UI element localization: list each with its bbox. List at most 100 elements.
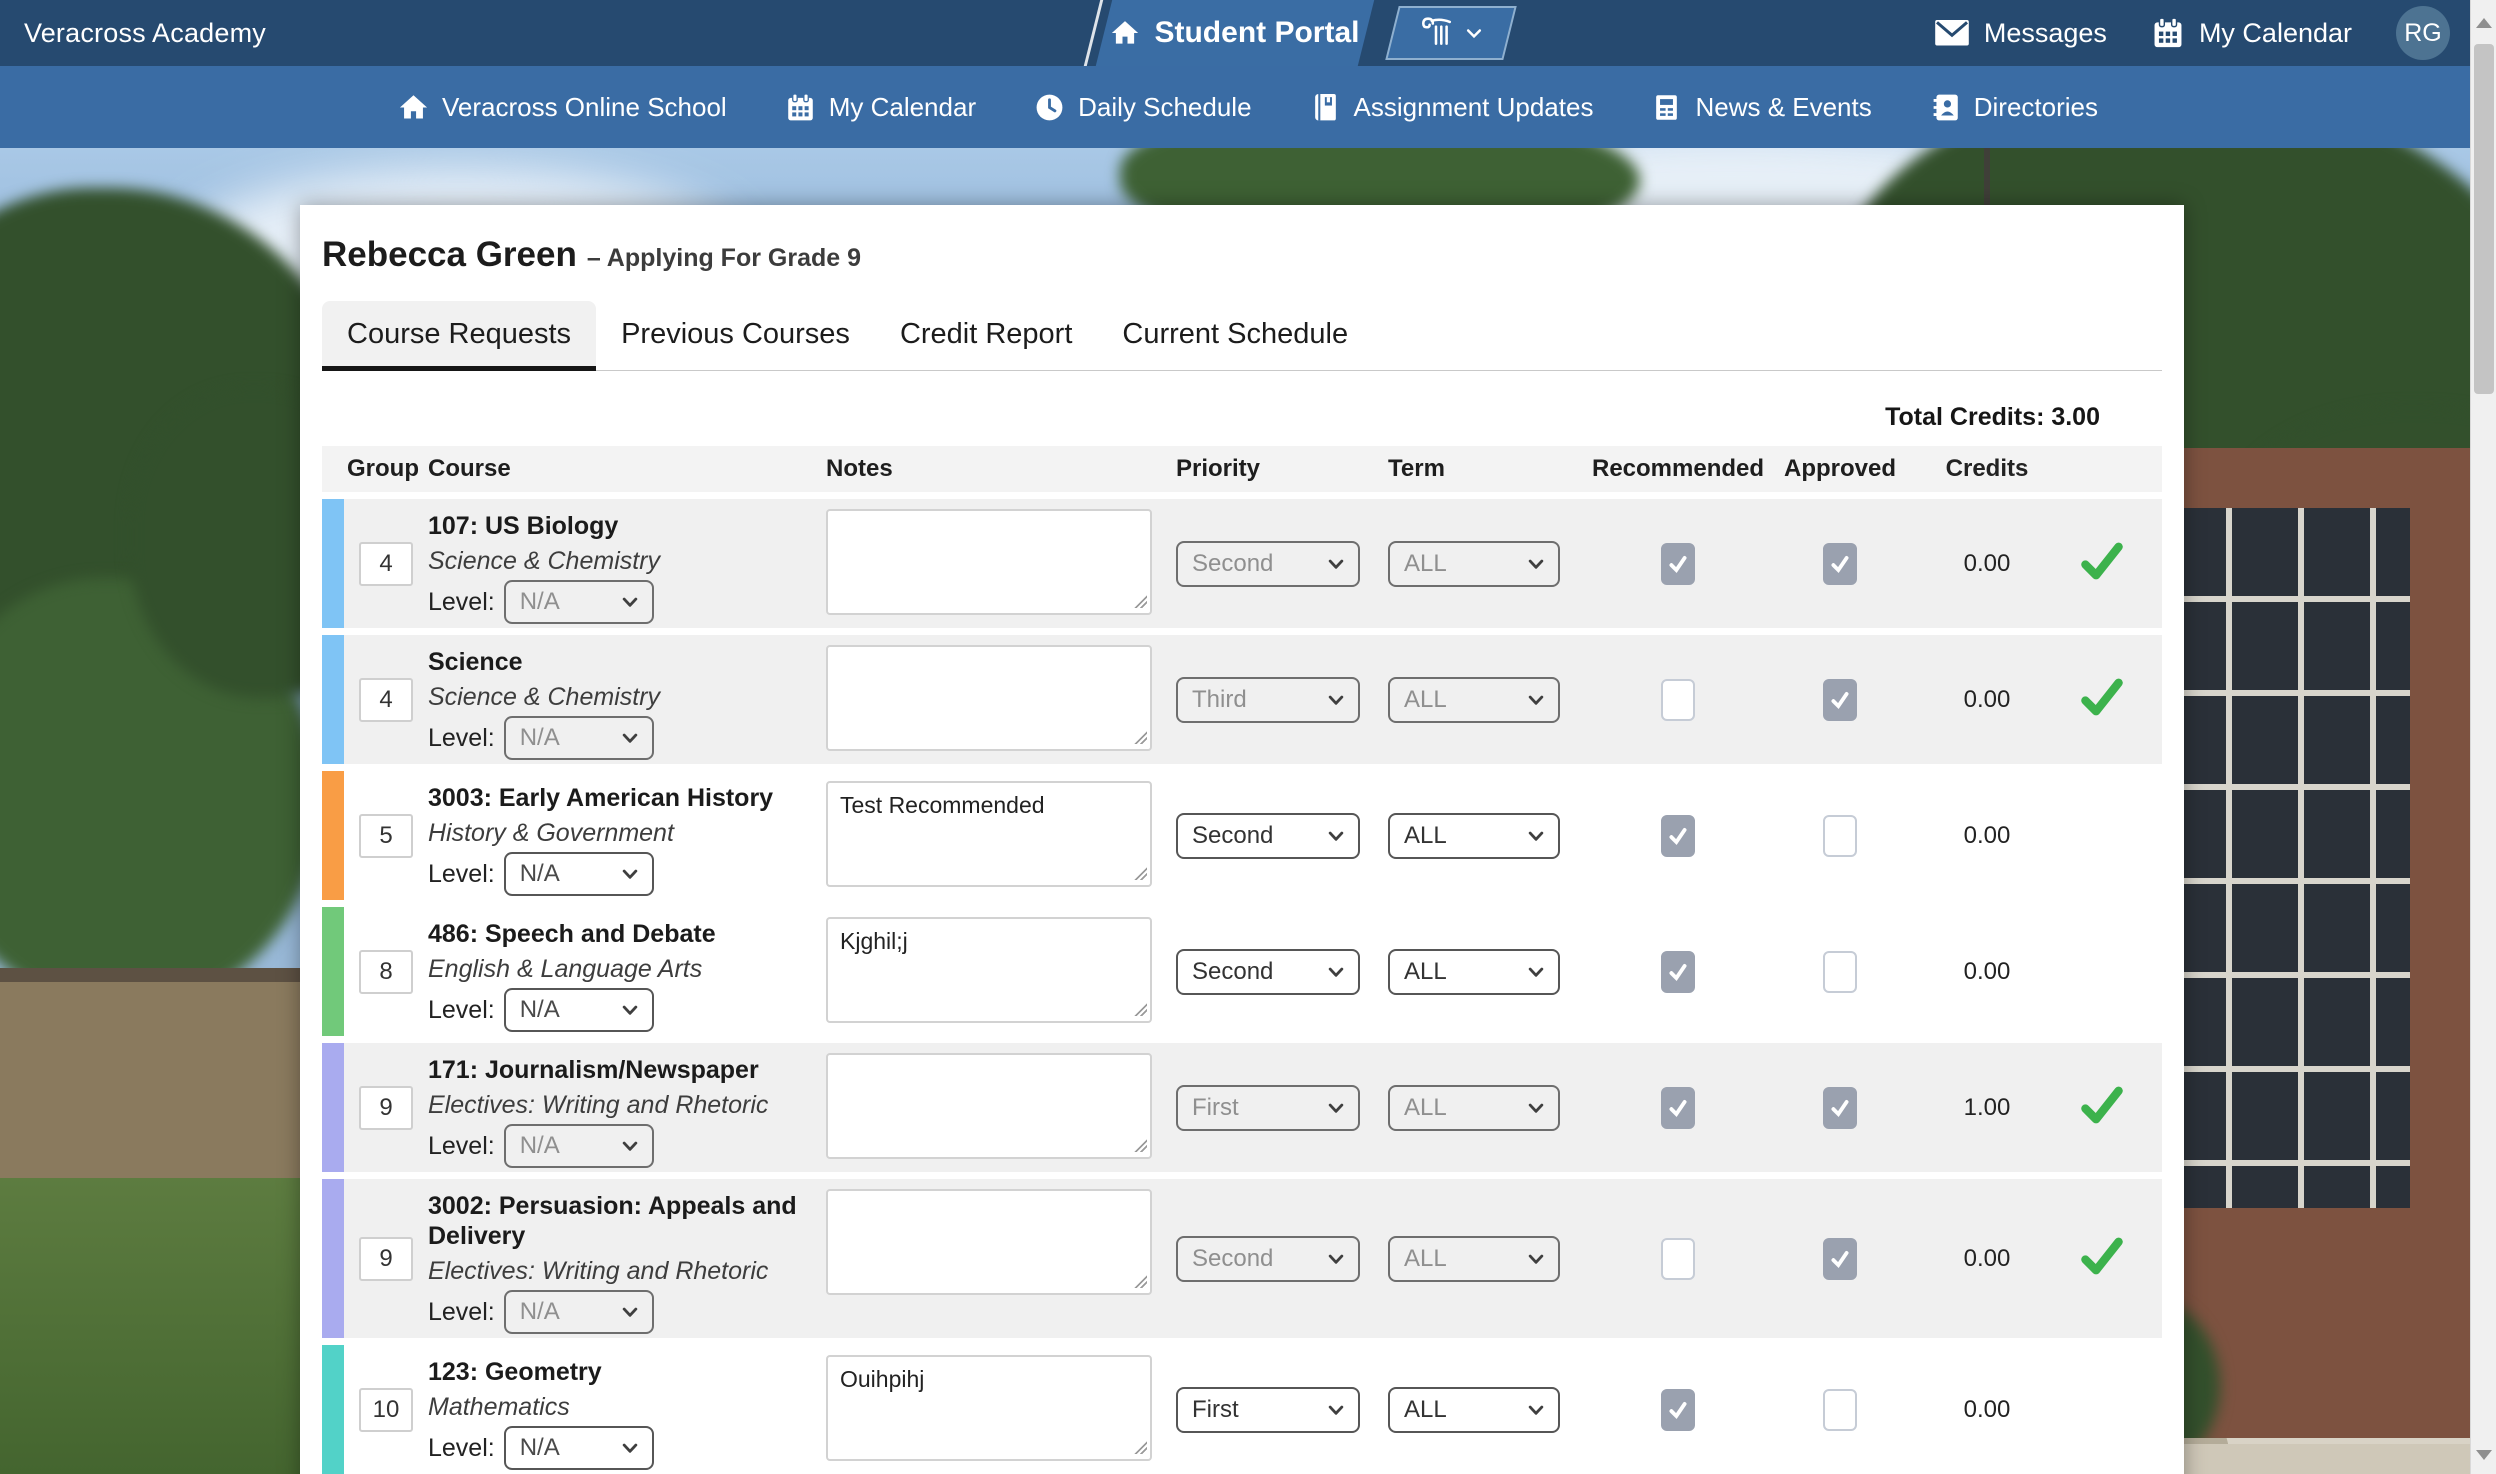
credits-value: 0.00 — [1922, 771, 2052, 900]
chevron-down-icon — [1526, 1098, 1546, 1118]
course-title: 107: US Biology — [428, 511, 810, 541]
chevron-down-icon — [1526, 1400, 1546, 1420]
term-select[interactable]: ALL — [1388, 1085, 1560, 1131]
course-category: Science & Chemistry — [428, 682, 810, 712]
priority-select[interactable]: Second — [1176, 813, 1360, 859]
priority-select[interactable]: Third — [1176, 677, 1360, 723]
level-select[interactable]: N/A — [504, 580, 654, 624]
tab-previous-courses[interactable]: Previous Courses — [596, 301, 875, 370]
term-select[interactable]: ALL — [1388, 541, 1560, 587]
level-select[interactable]: N/A — [504, 1290, 654, 1334]
messages-button[interactable]: Messages — [1934, 15, 2107, 51]
recommended-checkbox[interactable] — [1661, 1238, 1695, 1280]
recommended-checkbox[interactable] — [1661, 543, 1695, 585]
approved-checkbox[interactable] — [1823, 815, 1857, 857]
term-select[interactable]: ALL — [1388, 949, 1560, 995]
student-portal-label: Student Portal — [1154, 16, 1359, 50]
group-number: 4 — [359, 542, 413, 586]
group-number: 4 — [359, 678, 413, 722]
recommended-checkbox[interactable] — [1661, 679, 1695, 721]
priority-select[interactable]: First — [1176, 1085, 1360, 1131]
navbar-item-veracross-online-school[interactable]: Veracross Online School — [398, 92, 727, 123]
school-switcher-tab[interactable] — [1385, 6, 1516, 60]
course-request-rows: 4 107: US Biology Science & Chemistry Le… — [322, 499, 2162, 1474]
scroll-up-button[interactable] — [2471, 6, 2496, 40]
level-select[interactable]: N/A — [504, 988, 654, 1032]
my-calendar-button[interactable]: My Calendar — [2151, 16, 2352, 50]
calendar-icon — [2151, 16, 2185, 50]
notes-textarea[interactable] — [826, 917, 1152, 1023]
building-window-shape — [2160, 508, 2410, 1208]
course-request-row: 4 107: US Biology Science & Chemistry Le… — [322, 499, 2162, 628]
navbar-item-directories[interactable]: Directories — [1930, 92, 2098, 123]
veracross-column-icon — [1418, 15, 1454, 51]
chevron-down-icon — [1464, 23, 1484, 43]
group-color-stripe — [322, 771, 344, 900]
course-title: Science — [428, 647, 810, 677]
approved-checkbox[interactable] — [1823, 951, 1857, 993]
approved-checkbox[interactable] — [1823, 1238, 1857, 1280]
chevron-down-icon — [1526, 554, 1546, 574]
term-select[interactable]: ALL — [1388, 813, 1560, 859]
course-category: English & Language Arts — [428, 954, 810, 984]
tab-bar: Course Requests Previous Courses Credit … — [322, 301, 2162, 371]
course-category: Science & Chemistry — [428, 546, 810, 576]
approved-checkbox[interactable] — [1823, 1087, 1857, 1129]
recommended-checkbox[interactable] — [1661, 951, 1695, 993]
page-title: Rebecca Green – Applying For Grade 9 — [322, 235, 2162, 275]
level-select[interactable]: N/A — [504, 1426, 654, 1470]
recommended-checkbox[interactable] — [1661, 1087, 1695, 1129]
topbar-actions: Messages My Calendar RG — [1934, 0, 2450, 66]
navbar-item-daily-schedule[interactable]: Daily Schedule — [1034, 92, 1251, 123]
group-number: 9 — [359, 1086, 413, 1130]
credits-value: 0.00 — [1922, 635, 2052, 764]
notes-textarea[interactable] — [826, 1053, 1152, 1159]
approved-checkbox[interactable] — [1823, 1389, 1857, 1431]
approved-checkbox[interactable] — [1823, 679, 1857, 721]
term-select[interactable]: ALL — [1388, 1387, 1560, 1433]
chevron-down-icon — [1526, 1249, 1546, 1269]
chevron-down-icon — [620, 592, 640, 612]
recommended-checkbox[interactable] — [1661, 1389, 1695, 1431]
level-select[interactable]: N/A — [504, 852, 654, 896]
level-select[interactable]: N/A — [504, 1124, 654, 1168]
notes-textarea[interactable] — [826, 509, 1152, 615]
course-title: 486: Speech and Debate — [428, 919, 810, 949]
course-request-row: 10 123: Geometry Mathematics Level: N/A … — [322, 1345, 2162, 1474]
term-select[interactable]: ALL — [1388, 1236, 1560, 1282]
total-credits: Total Credits: 3.00 — [322, 403, 2100, 432]
level-label: Level: — [428, 860, 495, 889]
tab-course-requests[interactable]: Course Requests — [322, 301, 596, 370]
navbar-item-my-calendar[interactable]: My Calendar — [785, 92, 976, 123]
approved-checkbox[interactable] — [1823, 543, 1857, 585]
chevron-down-icon — [1526, 826, 1546, 846]
confirmed-check-icon — [2081, 1086, 2123, 1129]
notes-textarea[interactable] — [826, 781, 1152, 887]
user-avatar[interactable]: RG — [2396, 6, 2450, 60]
recommended-checkbox[interactable] — [1661, 815, 1695, 857]
notes-textarea[interactable] — [826, 1355, 1152, 1461]
header-approved: Approved — [1758, 455, 1922, 483]
chevron-down-icon — [1326, 1400, 1346, 1420]
level-label: Level: — [428, 1298, 495, 1327]
course-category: Electives: Writing and Rhetoric — [428, 1090, 810, 1120]
student-portal-tab[interactable]: Student Portal — [1096, 0, 1374, 66]
scrollbar-thumb[interactable] — [2474, 44, 2494, 394]
group-number: 10 — [359, 1388, 413, 1432]
priority-select[interactable]: First — [1176, 1387, 1360, 1433]
priority-select[interactable]: Second — [1176, 949, 1360, 995]
navbar-item-news-events[interactable]: News & Events — [1651, 92, 1871, 123]
scroll-down-button[interactable] — [2471, 1438, 2496, 1472]
vertical-scrollbar[interactable] — [2470, 0, 2496, 1474]
tab-current-schedule[interactable]: Current Schedule — [1097, 301, 1373, 370]
notes-textarea[interactable] — [826, 1189, 1152, 1295]
confirmed-check-icon — [2081, 1237, 2123, 1280]
priority-select[interactable]: Second — [1176, 541, 1360, 587]
navbar-item-assignment-updates[interactable]: Assignment Updates — [1310, 92, 1594, 123]
term-select[interactable]: ALL — [1388, 677, 1560, 723]
tab-credit-report[interactable]: Credit Report — [875, 301, 1097, 370]
course-title: 171: Journalism/Newspaper — [428, 1055, 810, 1085]
notes-textarea[interactable] — [826, 645, 1152, 751]
priority-select[interactable]: Second — [1176, 1236, 1360, 1282]
level-select[interactable]: N/A — [504, 716, 654, 760]
